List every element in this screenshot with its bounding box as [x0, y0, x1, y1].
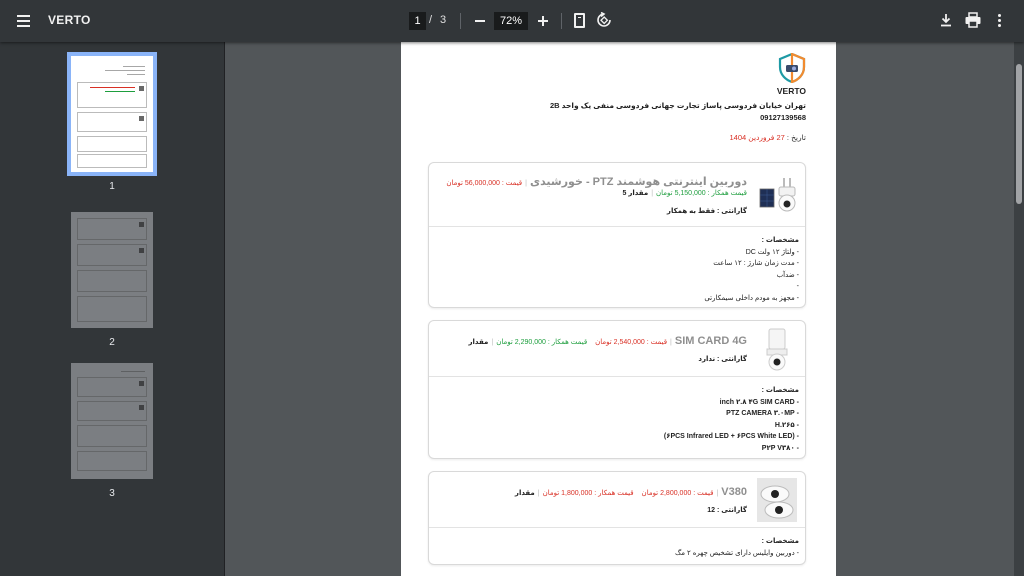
scrollbar-thumb[interactable]: [1016, 64, 1022, 204]
spec-line: - دوربین وایلیس دارای تشخیص چهره ۲ مگ: [675, 549, 799, 557]
spec-line: -: [796, 283, 799, 290]
download-icon[interactable]: [938, 12, 954, 28]
thumbnail-label: 2: [109, 337, 115, 348]
product-card: دوربین اینترنتی هوشمند PTZ - خورشیدی|قیم…: [428, 162, 806, 308]
product-specs: مشخصات : - دوربین وایلیس دارای تشخیص چهر…: [429, 528, 805, 565]
viewer-scrollbar[interactable]: [1014, 42, 1024, 576]
invoice-date: تاریخ : 27 فروردین 1404: [730, 133, 807, 142]
product-price: قیمت : 56,000,000 تومان: [446, 180, 523, 187]
zoom-in-button[interactable]: [536, 13, 550, 29]
product-name: V380: [721, 486, 747, 498]
thumbnail-image[interactable]: [67, 52, 157, 176]
document-viewer[interactable]: VERTO تهران خیابان فردوسی پاساژ تجارت جه…: [226, 42, 1014, 576]
solar-camera-image: [757, 175, 797, 215]
product-price: قیمت : 2,800,000 تومان: [641, 490, 714, 497]
product-card: SIM CARD 4G|قیمت : 2,540,000 تومان قیمت …: [428, 320, 806, 459]
thumbnail-label: 3: [109, 488, 115, 499]
spec-line: - PTZ CAMERA ۳.۰MP: [726, 410, 799, 417]
pdf-toolbar: VERTO 1 / 3 72%: [0, 0, 1024, 42]
company-address: تهران خیابان فردوسی پاساژ تجارت جهانی فر…: [549, 101, 806, 110]
spec-line: - P۲P V۳۸۰: [761, 444, 799, 452]
zoom-out-button[interactable]: [473, 13, 487, 29]
product-specs: مشخصات : - inch ۲.۸ ۴G SIM CARD - PTZ CA…: [429, 377, 805, 460]
page-separator: /: [429, 14, 433, 26]
thumbnail-page-2[interactable]: 2: [71, 212, 153, 348]
fit-page-icon[interactable]: [574, 13, 585, 28]
partner-price: قیمت همکار : 5,150,000 تومان: [656, 190, 747, 197]
page-total: 3: [440, 14, 447, 26]
product-name: SIM CARD 4G: [674, 335, 747, 347]
pdf-page: VERTO تهران خیابان فردوسی پاساژ تجارت جه…: [401, 42, 836, 576]
product-quantity: مقدار: [514, 490, 535, 497]
product-warranty: گارانتی : ندارد: [698, 356, 747, 363]
spec-line: - مجهز به مودم داخلی سیمکارتی: [704, 294, 799, 302]
page-number-input[interactable]: 1: [409, 12, 426, 30]
toolbar-divider: [460, 13, 461, 29]
thumbnail-page-3[interactable]: 3: [71, 363, 153, 499]
spec-line: - (۶PCS Infrared LED + ۶PCS White LED): [663, 433, 799, 440]
date-value: 27 فروردین 1404: [729, 133, 785, 142]
spec-line: - inch ۲.۸ ۴G SIM CARD: [719, 398, 799, 406]
rotate-icon[interactable]: [596, 12, 612, 28]
specs-title: مشخصات :: [761, 538, 799, 545]
product-price: قیمت : 2,540,000 تومان: [595, 339, 668, 346]
company-phone: 09127139568: [760, 113, 806, 122]
dome-camera-image: [757, 478, 797, 522]
sim-camera-image: [757, 327, 797, 371]
brand-name: VERTO: [776, 86, 806, 96]
specs-title: مشخصات :: [761, 387, 799, 394]
spec-line: - ولتاژ ۱۲ ولت DC: [745, 248, 799, 256]
partner-price: قیمت همکار : 1,800,000 تومان: [542, 490, 634, 497]
spec-line: - H.۲۶۵: [774, 421, 799, 429]
print-icon[interactable]: [964, 12, 982, 28]
thumbnail-sidebar: 1 2 3: [0, 42, 225, 576]
specs-title: مشخصات :: [761, 237, 799, 244]
toolbar-divider: [561, 13, 562, 29]
product-warranty: گارانتی : فقط به همکار: [666, 208, 747, 215]
product-warranty: گارانتی : 12: [707, 507, 747, 514]
product-specs: مشخصات : - ولتاژ ۱۲ ولت DC - مدت زمان شا…: [429, 227, 805, 310]
spec-line: - مدت زمان شارژ : ۱۲ ساعت: [713, 260, 799, 267]
thumbnail-page-1[interactable]: 1: [67, 52, 157, 192]
menu-icon[interactable]: [14, 12, 34, 30]
partner-price: قیمت همکار : 2,290,000 تومان: [496, 339, 588, 346]
document-title: VERTO: [48, 13, 91, 27]
product-name: دوربین اینترنتی هوشمند PTZ - خورشیدی: [529, 176, 747, 188]
product-quantity: مقدار 5: [622, 190, 649, 197]
spec-line: - ضدآب: [776, 271, 799, 279]
more-vert-icon[interactable]: [992, 12, 1006, 30]
product-quantity: مقدار: [468, 339, 489, 346]
verto-logo-icon: [778, 53, 806, 83]
date-label: تاریخ :: [786, 133, 806, 142]
product-card: V380|قیمت : 2,800,000 تومان قیمت همکار :…: [428, 471, 806, 565]
thumbnail-image[interactable]: [71, 212, 153, 328]
zoom-input[interactable]: 72%: [494, 12, 528, 30]
thumbnail-image[interactable]: [71, 363, 153, 479]
thumbnail-label: 1: [109, 181, 115, 192]
